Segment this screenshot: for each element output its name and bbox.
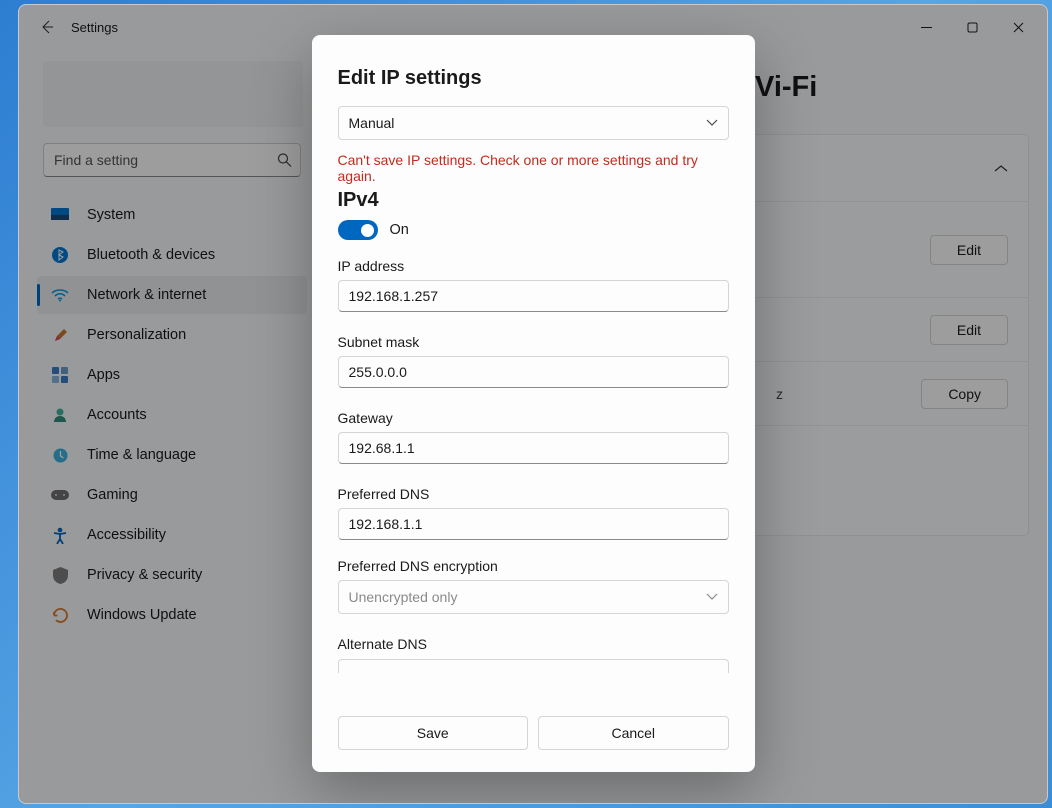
chevron-down-icon	[706, 593, 718, 601]
cancel-button[interactable]: Cancel	[538, 716, 729, 750]
alternate-dns-label: Alternate DNS	[338, 636, 729, 652]
preferred-dns-encryption-dropdown[interactable]: Unencrypted only	[338, 580, 729, 614]
edit-ip-dialog: Edit IP settings Manual Can't save IP se…	[312, 35, 755, 772]
save-button[interactable]: Save	[338, 716, 529, 750]
dropdown-value: Unencrypted only	[349, 589, 458, 605]
dropdown-value: Manual	[349, 115, 395, 131]
ip-address-label: IP address	[338, 258, 729, 274]
preferred-dns-label: Preferred DNS	[338, 486, 729, 502]
ip-address-input[interactable]	[338, 280, 729, 312]
settings-window: Settings Syst	[18, 4, 1048, 804]
subnet-mask-input[interactable]	[338, 356, 729, 388]
preferred-dns-encryption-label: Preferred DNS encryption	[338, 558, 729, 574]
toggle-label: On	[390, 222, 409, 238]
error-message: Can't save IP settings. Check one or mor…	[338, 152, 729, 184]
gateway-label: Gateway	[338, 410, 729, 426]
subnet-mask-label: Subnet mask	[338, 334, 729, 350]
gateway-input[interactable]	[338, 432, 729, 464]
ip-mode-dropdown[interactable]: Manual	[338, 106, 729, 140]
preferred-dns-input[interactable]	[338, 508, 729, 540]
dialog-title: Edit IP settings	[338, 67, 729, 90]
ipv4-toggle[interactable]	[338, 220, 378, 240]
modal-scrim: Edit IP settings Manual Can't save IP se…	[19, 5, 1047, 803]
chevron-down-icon	[706, 119, 718, 127]
alternate-dns-input[interactable]	[338, 659, 729, 673]
ipv4-heading: IPv4	[338, 189, 729, 212]
